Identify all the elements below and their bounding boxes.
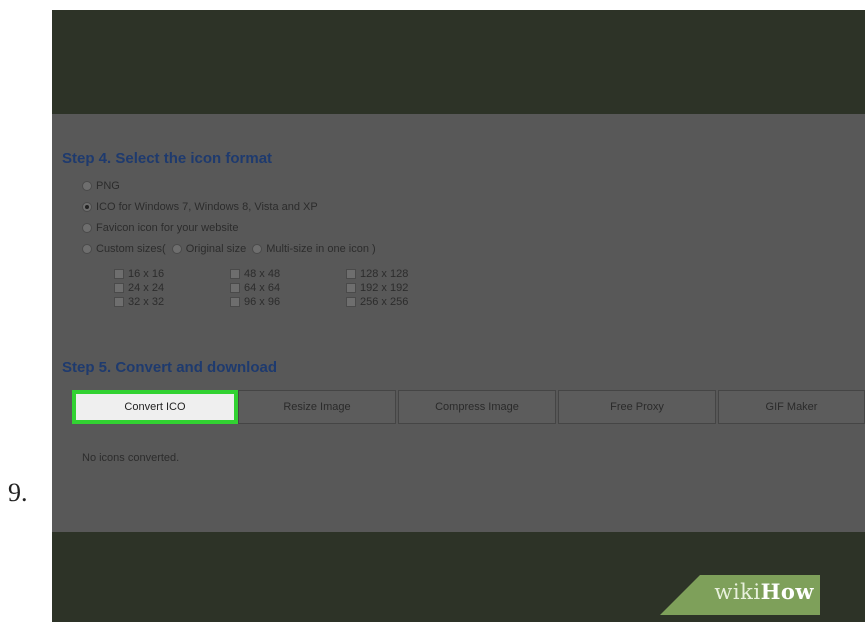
size-label: 192 x 192 — [360, 282, 409, 294]
checkbox-icon[interactable] — [230, 283, 240, 293]
step4-heading: Step 4. Select the icon format — [62, 150, 273, 167]
checkbox-icon[interactable] — [346, 297, 356, 307]
radio-icon[interactable] — [171, 244, 182, 254]
original-size-label: Original size — [185, 243, 247, 255]
free-proxy-button[interactable]: Free Proxy — [558, 390, 716, 424]
size-128[interactable]: 128 x 128 — [346, 268, 408, 280]
checkbox-icon[interactable] — [346, 283, 356, 293]
format-option-ico[interactable]: ICO for Windows 7, Windows 8, Vista and … — [82, 201, 318, 213]
wikihow-logo-wiki: wiki — [714, 580, 761, 604]
step-number: 9. — [8, 478, 28, 507]
size-label: 16 x 16 — [128, 268, 165, 280]
top-band — [52, 10, 865, 114]
size-label: 32 x 32 — [128, 296, 165, 308]
size-label: 64 x 64 — [244, 282, 281, 294]
size-256[interactable]: 256 x 256 — [346, 296, 408, 308]
original-size-option[interactable]: Original size — [171, 243, 247, 255]
size-96[interactable]: 96 x 96 — [230, 296, 280, 308]
checkbox-icon[interactable] — [346, 269, 356, 279]
size-label: 48 x 48 — [244, 268, 281, 280]
size-24[interactable]: 24 x 24 — [114, 282, 164, 294]
checkbox-icon[interactable] — [230, 297, 240, 307]
radio-icon[interactable] — [252, 244, 263, 254]
converter-panel: Step 4. Select the icon format PNG ICO f… — [52, 114, 865, 532]
format-option-label: PNG — [96, 180, 120, 192]
size-checkbox-grid: 16 x 16 24 x 24 32 x 32 48 x 48 64 x 64 … — [114, 268, 414, 318]
checkbox-icon[interactable] — [114, 283, 124, 293]
size-16[interactable]: 16 x 16 — [114, 268, 164, 280]
convert-ico-button[interactable]: Convert ICO — [72, 390, 238, 424]
checkbox-icon[interactable] — [230, 269, 240, 279]
compress-image-button[interactable]: Compress Image — [398, 390, 556, 424]
step5-heading: Step 5. Convert and download — [62, 359, 278, 376]
size-label: 96 x 96 — [244, 296, 281, 308]
radio-icon[interactable] — [82, 244, 92, 254]
format-option-label: Favicon icon for your website — [96, 222, 239, 234]
format-option-png[interactable]: PNG — [82, 180, 120, 192]
size-192[interactable]: 192 x 192 — [346, 282, 408, 294]
multi-size-label: Multi-size in one icon ) — [266, 243, 376, 255]
size-label: 256 x 256 — [360, 296, 409, 308]
gif-maker-button[interactable]: GIF Maker — [718, 390, 865, 424]
size-32[interactable]: 32 x 32 — [114, 296, 164, 308]
size-64[interactable]: 64 x 64 — [230, 282, 280, 294]
wikihow-logo-how: How — [760, 579, 814, 604]
radio-selected-icon[interactable] — [82, 202, 92, 212]
format-option-label: ICO for Windows 7, Windows 8, Vista and … — [96, 201, 318, 213]
multi-size-option[interactable]: Multi-size in one icon ) — [252, 243, 376, 255]
size-48[interactable]: 48 x 48 — [230, 268, 280, 280]
size-label: 128 x 128 — [360, 268, 409, 280]
checkbox-icon[interactable] — [114, 269, 124, 279]
format-option-favicon[interactable]: Favicon icon for your website — [82, 222, 238, 234]
screenshot-frame: Step 4. Select the icon format PNG ICO f… — [52, 10, 865, 622]
size-label: 24 x 24 — [128, 282, 165, 294]
radio-icon[interactable] — [82, 223, 92, 233]
format-option-custom[interactable]: Custom sizes( Original size Multi-size i… — [82, 243, 376, 255]
resize-image-button[interactable]: Resize Image — [238, 390, 396, 424]
custom-sizes-label: Custom sizes( — [96, 243, 166, 255]
radio-icon[interactable] — [82, 181, 92, 191]
conversion-status: No icons converted. — [82, 452, 180, 464]
checkbox-icon[interactable] — [114, 297, 124, 307]
